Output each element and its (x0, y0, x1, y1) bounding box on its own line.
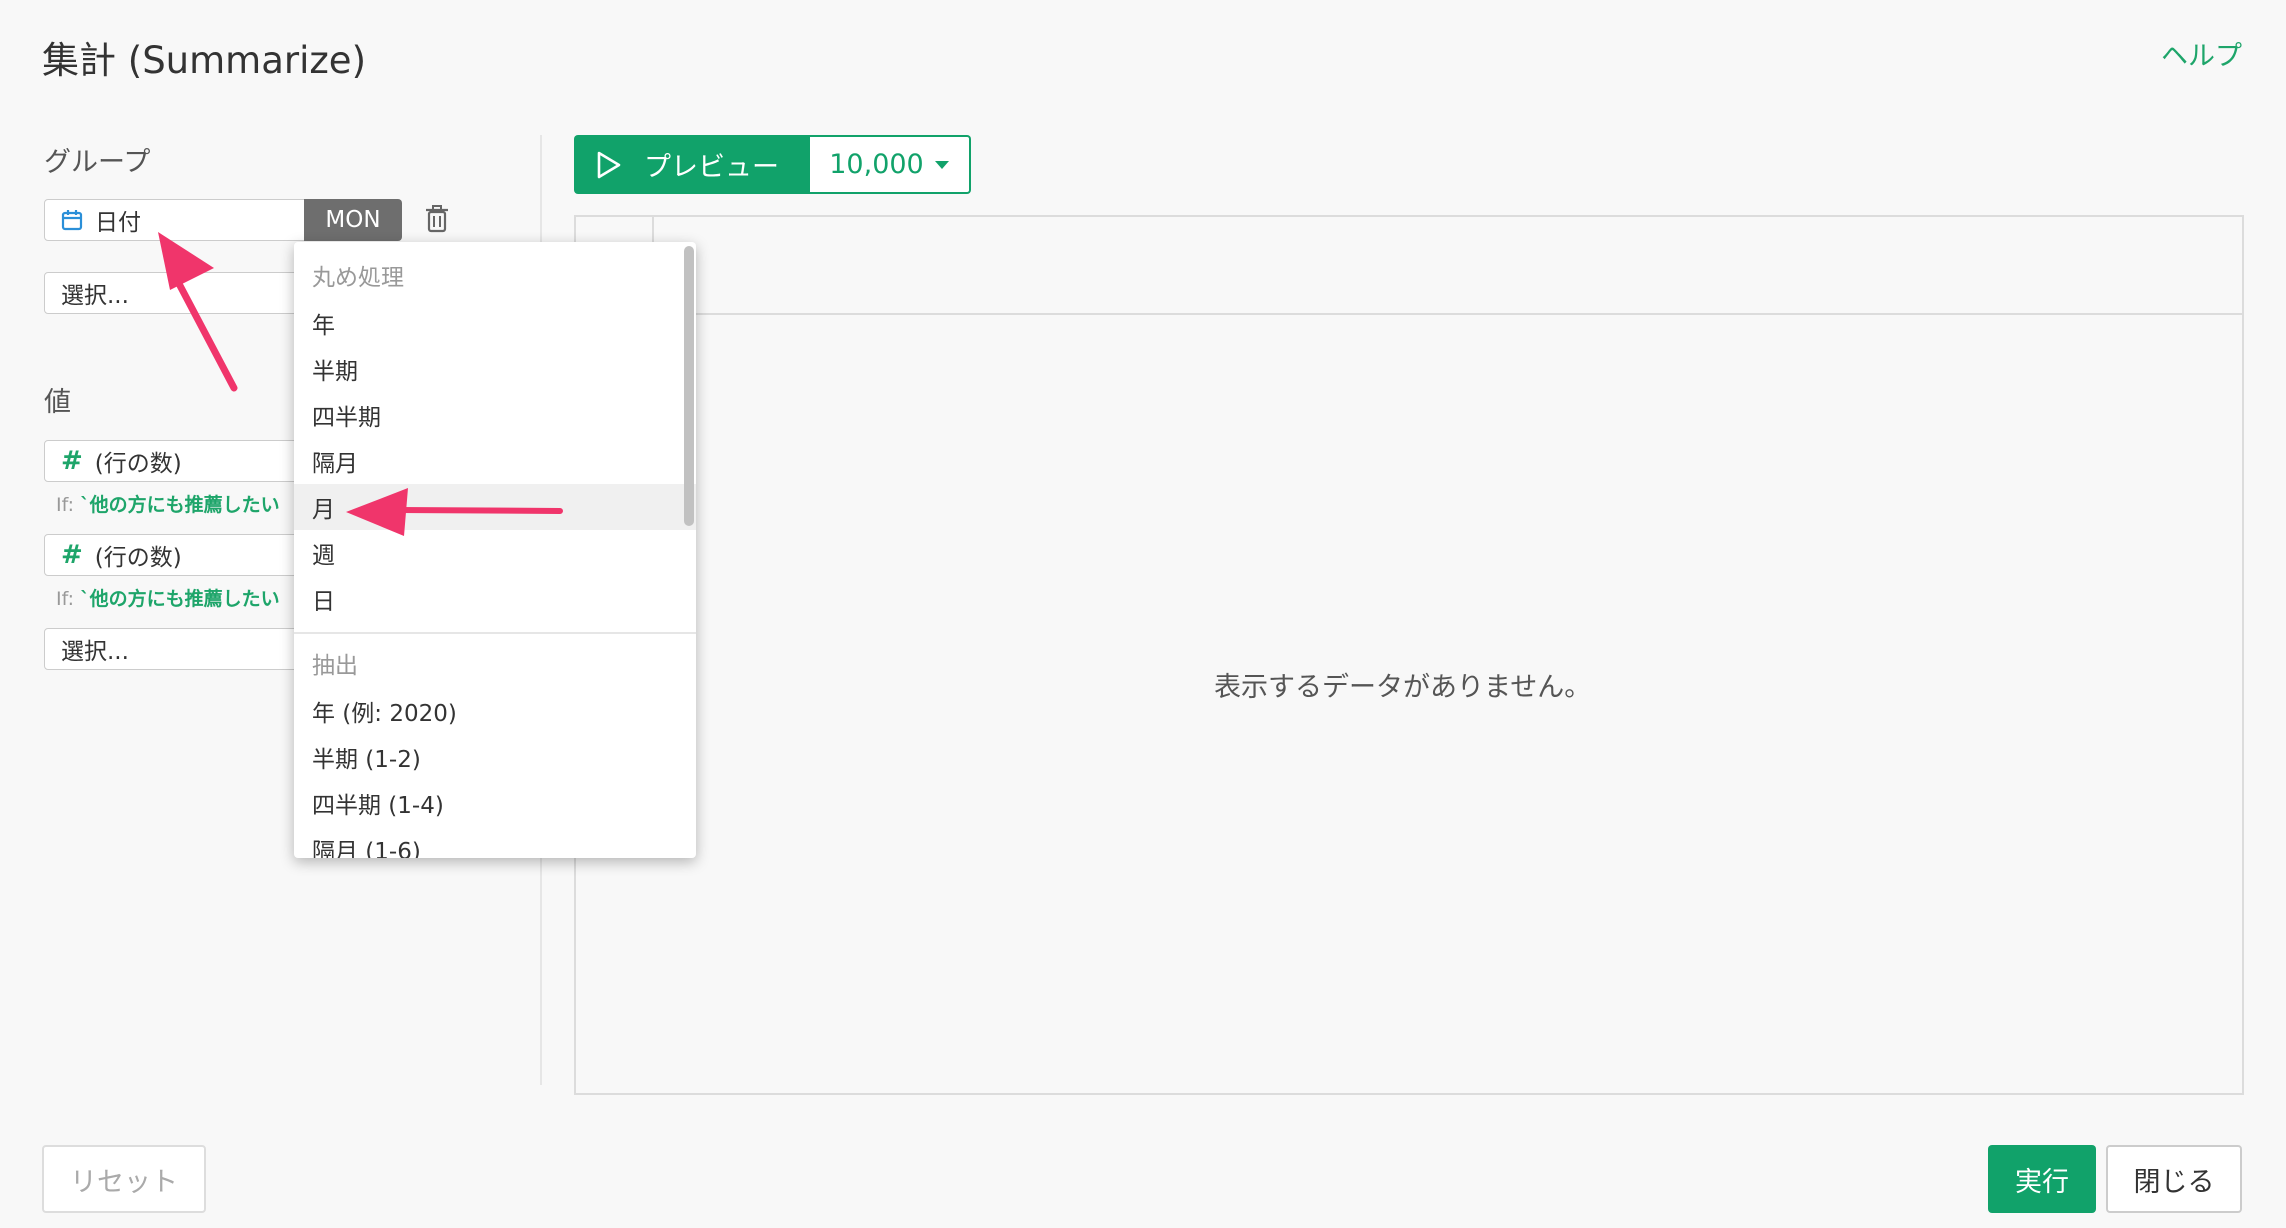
dropdown-item-half[interactable]: 半期 (294, 346, 696, 392)
dropdown-item-month[interactable]: 月 (294, 484, 696, 530)
value-condition-2: If: `他の方にも推薦したい (56, 584, 280, 611)
values-section-label: 値 (44, 387, 71, 418)
dropdown-item-day[interactable]: 日 (294, 576, 696, 622)
group-field-date[interactable]: 日付 (44, 199, 306, 241)
value-field-1[interactable]: # (行の数) (44, 440, 306, 482)
run-button[interactable]: 実行 (1988, 1145, 2096, 1213)
value-field-name: (行の数) (94, 545, 182, 571)
preview-grid-header (576, 217, 2242, 315)
rounding-dropdown-menu: 丸め処理 年 半期 四半期 隔月 月 週 日 抽出 年 (例: 2020) 半期… (294, 242, 696, 858)
dropdown-item-extract-half[interactable]: 半期 (1-2) (294, 734, 696, 780)
value-condition-1: If: `他の方にも推薦したい (56, 490, 280, 517)
dropdown-section-extract: 抽出 (312, 653, 358, 679)
value-field-name: (行の数) (94, 451, 182, 477)
condition-prefix: If: (56, 494, 75, 516)
preview-button-label: プレビュー (644, 152, 779, 183)
preview-grid (574, 215, 2244, 1095)
dropdown-item-extract-year[interactable]: 年 (例: 2020) (294, 688, 696, 734)
calendar-icon (61, 209, 83, 231)
dropdown-item-year[interactable]: 年 (294, 300, 696, 346)
empty-message: 表示するデータがありません。 (1214, 672, 1592, 703)
dropdown-item-extract-bimonth[interactable]: 隔月 (1-6) (294, 826, 696, 858)
dropdown-item-extract-quarter[interactable]: 四半期 (1-4) (294, 780, 696, 826)
rounding-button[interactable]: MON (304, 199, 402, 241)
preview-button[interactable]: プレビュー (574, 135, 810, 194)
number-type-icon: # (61, 540, 83, 570)
caret-down-icon (934, 160, 950, 170)
group-field-name: 日付 (95, 210, 141, 236)
value-field-2[interactable]: # (行の数) (44, 534, 306, 576)
condition-prefix: If: (56, 588, 75, 610)
dropdown-divider (294, 632, 696, 634)
dropdown-scrollbar[interactable] (684, 246, 694, 526)
condition-text: `他の方にも推薦したい (80, 494, 280, 516)
group-select-input[interactable]: 選択... (44, 272, 306, 314)
play-icon (596, 150, 622, 180)
help-link[interactable]: ヘルプ (2161, 34, 2242, 73)
condition-text: `他の方にも推薦したい (80, 588, 280, 610)
dropdown-item-bimonth[interactable]: 隔月 (294, 438, 696, 484)
close-button[interactable]: 閉じる (2106, 1145, 2242, 1213)
dropdown-item-week[interactable]: 週 (294, 530, 696, 576)
row-count-dropdown[interactable]: 10,000 (810, 135, 971, 194)
dialog-title: 集計 (Summarize) (42, 39, 367, 82)
dropdown-item-quarter[interactable]: 四半期 (294, 392, 696, 438)
number-type-icon: # (61, 446, 83, 476)
values-select-input[interactable]: 選択... (44, 628, 306, 670)
reset-button[interactable]: リセット (42, 1145, 206, 1213)
group-section-label: グループ (44, 147, 151, 178)
row-count-value: 10,000 (829, 149, 924, 180)
trash-icon[interactable] (424, 204, 450, 238)
dropdown-section-rounding: 丸め処理 (312, 265, 404, 291)
